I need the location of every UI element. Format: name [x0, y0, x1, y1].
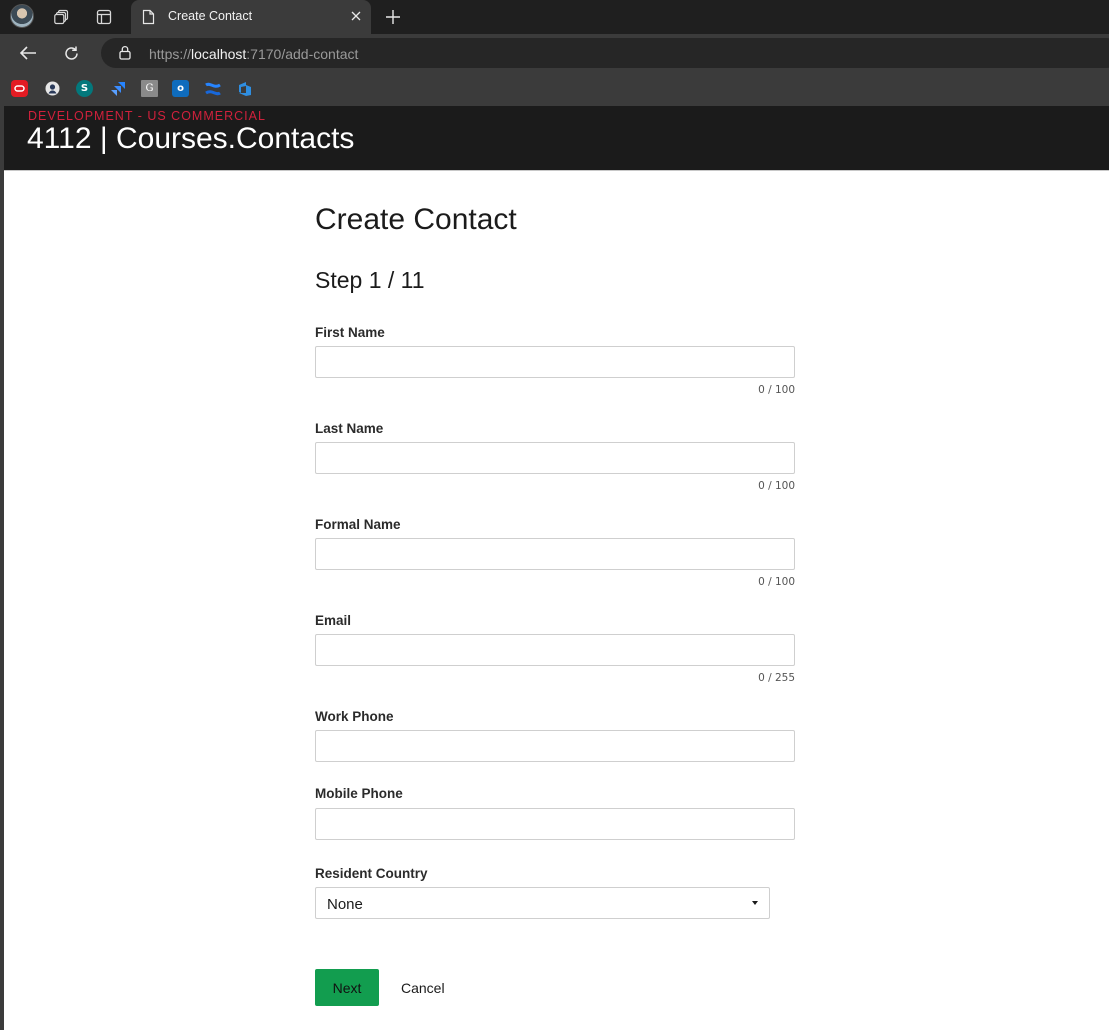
workspaces-icon[interactable]	[49, 4, 75, 30]
github-icon[interactable]	[44, 80, 61, 97]
first-name-field[interactable]	[315, 346, 795, 378]
outlook-icon[interactable]: o	[172, 80, 189, 97]
environment-banner: DEVELOPMENT - US COMMERCIAL	[28, 109, 266, 123]
jira-icon[interactable]	[109, 80, 126, 97]
azure-devops-icon[interactable]	[236, 80, 253, 97]
mobile-phone-label: Mobile Phone	[315, 786, 403, 801]
g-bookmark-icon[interactable]: G	[141, 80, 158, 97]
app-title[interactable]: 4112 | Courses.Contacts	[27, 122, 354, 156]
page-title: Create Contact	[315, 203, 517, 236]
next-button[interactable]: Next	[315, 969, 379, 1006]
formal-name-char-counter: 0 / 100	[758, 576, 795, 588]
email-field[interactable]	[315, 634, 795, 666]
last-name-char-counter: 0 / 100	[758, 480, 795, 492]
browser-toolbar: https://localhost:7170/add-contact	[0, 34, 1109, 72]
last-name-label: Last Name	[315, 421, 384, 436]
resident-country-selected-value: None	[327, 896, 363, 913]
address-bar[interactable]: https://localhost:7170/add-contact	[101, 38, 1109, 68]
tab-title: Create Contact	[168, 9, 253, 23]
oracle-icon[interactable]	[11, 80, 28, 97]
email-label: Email	[315, 613, 352, 628]
work-phone-label: Work Phone	[315, 709, 394, 724]
sharepoint-icon[interactable]: S	[76, 80, 93, 97]
close-tab-icon[interactable]	[346, 6, 366, 26]
tab-actions-icon[interactable]	[91, 4, 117, 30]
confluence-icon[interactable]	[204, 80, 221, 97]
browser-tab-strip: Create Contact	[0, 0, 1109, 34]
new-tab-icon[interactable]	[380, 4, 406, 30]
first-name-label: First Name	[315, 325, 385, 340]
refresh-icon[interactable]	[58, 40, 84, 66]
formal-name-label: Formal Name	[315, 517, 401, 532]
lock-icon[interactable]	[119, 45, 131, 65]
step-indicator: Step 1 / 11	[315, 267, 425, 293]
mobile-phone-field[interactable]	[315, 808, 795, 840]
cancel-button[interactable]: Cancel	[401, 980, 445, 996]
profile-avatar[interactable]	[10, 4, 34, 28]
work-phone-field[interactable]	[315, 730, 795, 762]
url-path: :7170/add-contact	[246, 46, 359, 62]
page-icon	[142, 9, 155, 30]
last-name-field[interactable]	[315, 442, 795, 474]
resident-country-select[interactable]: None	[315, 887, 770, 919]
page-viewport: DEVELOPMENT - US COMMERCIAL 4112 | Cours…	[4, 106, 1109, 1030]
email-char-counter: 0 / 255	[758, 672, 795, 684]
back-arrow-icon[interactable]	[15, 40, 41, 66]
app-header: DEVELOPMENT - US COMMERCIAL 4112 | Cours…	[4, 106, 1109, 171]
tab-create-contact[interactable]: Create Contact	[131, 0, 371, 34]
formal-name-field[interactable]	[315, 538, 795, 570]
caret-down-icon	[752, 901, 758, 905]
bookmarks-bar: S G o	[0, 72, 1109, 106]
url-prefix: https://	[149, 46, 192, 62]
url-text: https://localhost:7170/add-contact	[149, 46, 358, 62]
first-name-char-counter: 0 / 100	[758, 384, 795, 396]
url-host: localhost	[191, 46, 247, 62]
resident-country-label: Resident Country	[315, 866, 428, 881]
